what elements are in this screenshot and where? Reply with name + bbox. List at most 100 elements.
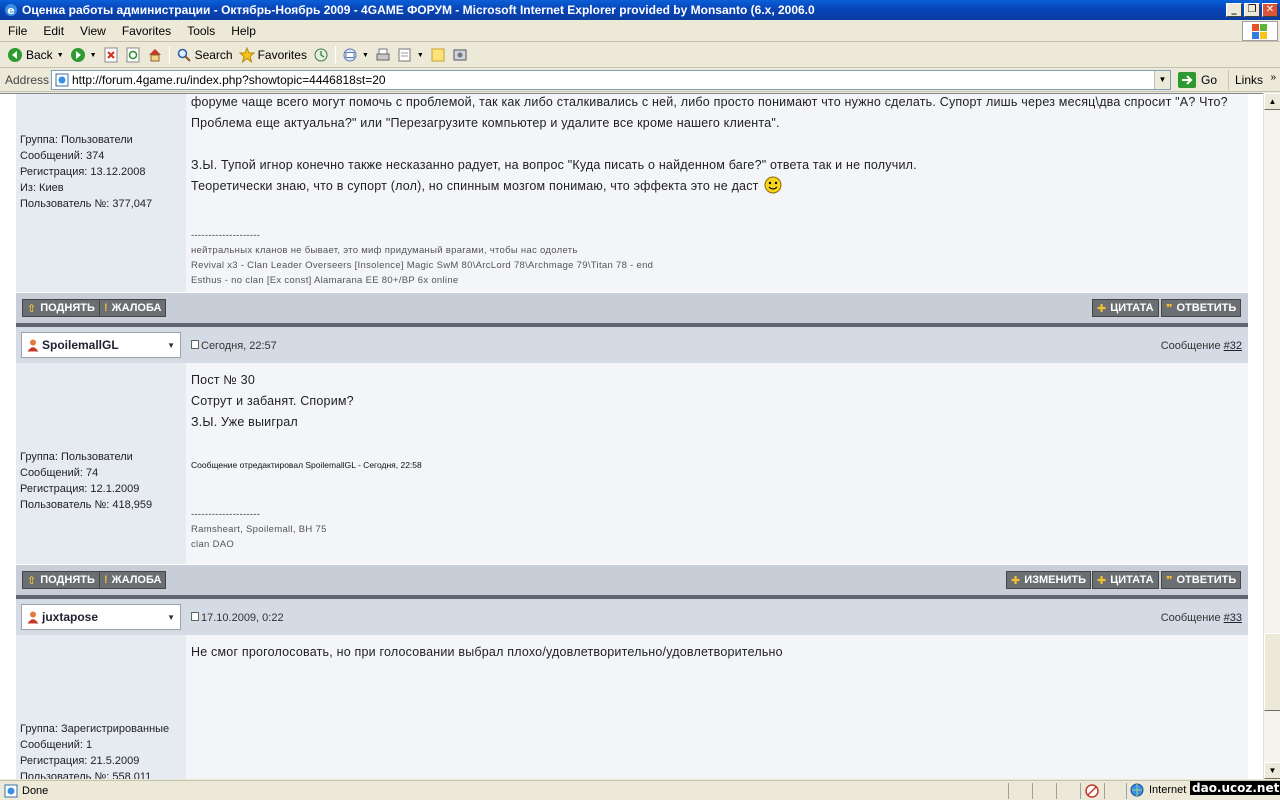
page-done-icon	[4, 784, 18, 797]
reply-button[interactable]: ❞ ОТВЕТИТЬ	[1161, 299, 1242, 317]
post-line	[191, 134, 1228, 155]
refresh-button[interactable]	[122, 44, 144, 66]
menu-file[interactable]: File	[0, 24, 35, 38]
chevron-right-icon[interactable]: »	[1270, 72, 1276, 83]
user-registered: Регистрация: 21.5.2009	[20, 755, 140, 767]
minimize-button[interactable]: _	[1226, 3, 1242, 17]
report-button[interactable]: ! ЖАЛОБА	[99, 299, 167, 317]
note-button[interactable]	[427, 44, 449, 66]
research-button[interactable]	[449, 44, 471, 66]
scroll-down-icon[interactable]: ▼	[1264, 762, 1280, 779]
chevron-down-icon[interactable]: ▼	[57, 52, 64, 59]
svg-text:e: e	[7, 4, 14, 17]
search-button[interactable]: Search	[173, 44, 236, 66]
back-button[interactable]: Back ▼	[4, 44, 67, 66]
post-date-text: Сегодня, 22:57	[201, 340, 277, 352]
popup-blocked-icon[interactable]	[1084, 784, 1100, 798]
raise-label: ПОДНЯТЬ	[40, 574, 95, 586]
report-label: ЖАЛОБА	[111, 302, 162, 314]
menu-edit[interactable]: Edit	[35, 24, 72, 38]
refresh-icon	[126, 47, 140, 63]
report-button[interactable]: ! ЖАЛОБА	[99, 571, 167, 589]
vertical-scrollbar[interactable]: ▲ ▼	[1263, 93, 1280, 779]
links-label: Links	[1235, 73, 1264, 87]
home-button[interactable]	[144, 44, 166, 66]
signature-line: --------------------	[191, 230, 261, 241]
edited-note: Сообщение отредактировал SpoilemallGL - …	[191, 460, 422, 470]
status-bar: Done Internet	[0, 780, 1280, 800]
restore-button[interactable]: ❐	[1244, 3, 1260, 17]
user-menu[interactable]: SpoilemallGL ▼	[21, 332, 181, 358]
menu-tools[interactable]: Tools	[179, 24, 223, 38]
forum-thread: форуме чаще всего могут помочь с проблем…	[16, 94, 1248, 779]
signature-line: Esthus - no clan [Ex const] Alamarana EE…	[191, 275, 459, 286]
user-info: Группа: Зарегистрированные Сообщений: 1 …	[20, 721, 169, 779]
address-url: http://forum.4game.ru/index.php?showtopi…	[72, 73, 386, 87]
chevron-down-icon[interactable]: ▼	[362, 52, 369, 59]
close-button[interactable]: ✕	[1262, 3, 1278, 17]
reply-label: ОТВЕТИТЬ	[1176, 302, 1237, 314]
toolbar-separator	[168, 46, 170, 64]
reply-label: ОТВЕТИТЬ	[1176, 574, 1237, 586]
reply-button[interactable]: ❞ ОТВЕТИТЬ	[1161, 571, 1242, 589]
post-text: форуме чаще всего могут помочь с проблем…	[191, 94, 1228, 197]
exclamation-icon: !	[104, 302, 108, 314]
user-menu[interactable]: juxtapose ▼	[21, 604, 181, 630]
post-line: Теоретически знаю, что в супорт (лол), н…	[191, 176, 1228, 197]
search-icon	[177, 48, 191, 62]
arrow-up-icon: ⇧	[27, 574, 37, 587]
quote-button[interactable]: ✚ ЦИТАТА	[1092, 571, 1159, 589]
quote-label: ЦИТАТА	[1110, 574, 1154, 586]
quote-button[interactable]: ✚ ЦИТАТА	[1092, 299, 1159, 317]
favorites-button[interactable]: Favorites	[236, 44, 310, 66]
zone-label: Internet	[1149, 784, 1187, 796]
menu-bar: File Edit View Favorites Tools Help	[0, 20, 1280, 42]
address-dropdown-icon[interactable]: ▼	[1154, 71, 1170, 89]
post-number-link[interactable]: #32	[1224, 340, 1242, 352]
print-icon	[376, 48, 390, 61]
edit-button[interactable]: ▼	[394, 44, 427, 66]
post-line: форуме чаще всего могут помочь с проблем…	[191, 95, 1228, 109]
signature-line: нейтральных кланов не бывает, это миф пр…	[191, 245, 578, 256]
stop-button[interactable]	[100, 44, 122, 66]
quote-label: ЦИТАТА	[1110, 302, 1154, 314]
menu-view[interactable]: View	[72, 24, 114, 38]
user-info: Группа: Пользователи Сообщений: 74 Регис…	[20, 449, 152, 513]
chevron-down-icon[interactable]: ▼	[90, 52, 97, 59]
mail-icon	[343, 48, 357, 62]
raise-button[interactable]: ⇧ ПОДНЯТЬ	[22, 571, 100, 589]
post-number-link[interactable]: #33	[1224, 612, 1242, 624]
user-number: Пользователь №: 377,047	[20, 198, 153, 210]
links-button[interactable]: Links	[1228, 70, 1263, 90]
history-button[interactable]	[310, 44, 332, 66]
go-button[interactable]: Go	[1177, 71, 1217, 89]
raise-button[interactable]: ⇧ ПОДНЯТЬ	[22, 299, 100, 317]
post-line: З.Ы. Уже выиграл	[191, 415, 298, 429]
forward-arrow-icon	[70, 48, 85, 62]
address-label: Address	[5, 72, 50, 87]
user-info: Группа: Пользователи Сообщений: 374 Реги…	[20, 132, 152, 212]
menu-favorites[interactable]: Favorites	[114, 24, 179, 38]
status-cell	[1104, 783, 1105, 799]
chevron-down-icon: ▼	[167, 613, 175, 622]
print-button[interactable]	[372, 44, 394, 66]
scroll-thumb[interactable]	[1264, 633, 1280, 711]
raise-label: ПОДНЯТЬ	[40, 302, 95, 314]
post-date: 17.10.2009, 0:22	[191, 611, 284, 624]
scroll-up-icon[interactable]: ▲	[1264, 93, 1280, 110]
history-icon	[314, 48, 328, 62]
chevron-down-icon[interactable]: ▼	[417, 52, 424, 59]
plus-icon: ✚	[1011, 574, 1021, 587]
user-group: Группа: Пользователи	[20, 134, 133, 146]
user-registered: Регистрация: 12.1.2009	[20, 483, 140, 495]
address-input[interactable]: http://forum.4game.ru/index.php?showtopi…	[51, 70, 1171, 90]
mail-button[interactable]: ▼	[339, 44, 372, 66]
menu-help[interactable]: Help	[223, 24, 264, 38]
post-icon	[191, 339, 199, 349]
research-icon	[453, 49, 467, 61]
globe-icon	[1130, 783, 1144, 797]
forward-button[interactable]: ▼	[67, 44, 100, 66]
toolbar: Back ▼ ▼ Search Favorites ▼ ▼	[0, 43, 1280, 68]
signature: -------------------- Ramsheart, Spoilema…	[191, 507, 327, 552]
edit-post-button[interactable]: ✚ ИЗМЕНИТЬ	[1006, 571, 1091, 589]
